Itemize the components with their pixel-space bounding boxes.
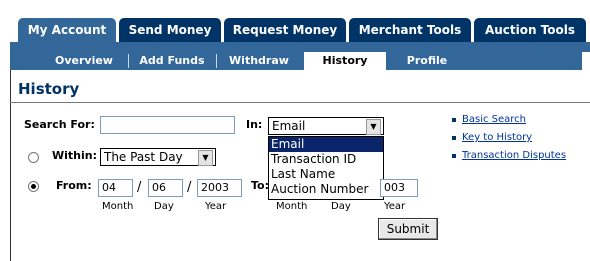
link-basic-search[interactable]: Basic Search [462, 114, 526, 125]
from-label: From: [56, 179, 92, 192]
search-field-select[interactable]: Email ▼ [268, 117, 384, 135]
from-year-input[interactable]: 2003 [197, 179, 242, 197]
link-key-to-history[interactable]: Key to History [462, 132, 532, 143]
within-label: Within: [52, 149, 97, 162]
subnav-separator [128, 54, 129, 68]
chevron-down-icon[interactable]: ▼ [198, 150, 213, 166]
within-select[interactable]: The Past Day ▼ [100, 148, 216, 166]
from-radio[interactable] [28, 181, 39, 192]
tab-strip [10, 42, 590, 52]
bullet-icon [452, 136, 456, 140]
from-month-input[interactable]: 04 [98, 179, 133, 197]
title-divider [10, 102, 590, 103]
subnav-separator [216, 54, 217, 68]
from-day-input[interactable]: 06 [148, 179, 183, 197]
subnav-add-funds[interactable]: Add Funds [132, 52, 212, 70]
from-day-caption: Day [154, 201, 174, 212]
subnav-profile[interactable]: Profile [394, 52, 460, 70]
search-input[interactable] [100, 116, 235, 134]
left-border [10, 70, 11, 261]
bullet-icon [452, 154, 456, 158]
to-year-caption: Year [384, 201, 406, 212]
dropdown-option-last-name[interactable]: Last Name [269, 167, 383, 182]
to-day-caption: Day [331, 201, 351, 212]
within-radio[interactable] [28, 152, 39, 163]
link-transaction-disputes[interactable]: Transaction Disputes [462, 150, 566, 161]
from-month-caption: Month [102, 201, 134, 212]
dropdown-option-email[interactable]: Email [269, 137, 383, 152]
tab-merchant-tools[interactable]: Merchant Tools [349, 18, 471, 42]
date-separator: / [187, 180, 192, 195]
subnav-history[interactable]: History [304, 52, 386, 70]
from-year-caption: Year [205, 201, 227, 212]
subnav-overview[interactable]: Overview [44, 52, 124, 70]
page-title: History [18, 80, 80, 98]
submit-button[interactable]: Submit [378, 218, 438, 240]
search-for-label: Search For: [24, 118, 95, 131]
to-month-caption: Month [276, 201, 308, 212]
chevron-down-icon[interactable]: ▼ [366, 119, 381, 135]
dropdown-option-auction-number[interactable]: Auction Number [269, 182, 383, 197]
to-label: To: [251, 179, 269, 192]
tab-request-money[interactable]: Request Money [224, 18, 346, 42]
to-year-input[interactable]: 003 [380, 179, 418, 197]
subnav-withdraw[interactable]: Withdraw [220, 52, 298, 70]
search-field-dropdown: Email Transaction ID Last Name Auction N… [268, 136, 384, 200]
in-label: In: [246, 118, 263, 131]
date-separator: / [137, 180, 142, 195]
bullet-icon [452, 118, 456, 122]
tab-my-account[interactable]: My Account [18, 18, 116, 42]
dropdown-option-transaction-id[interactable]: Transaction ID [269, 152, 383, 167]
search-field-value: Email [272, 119, 306, 133]
tab-auction-tools[interactable]: Auction Tools [474, 18, 586, 42]
tab-send-money[interactable]: Send Money [119, 18, 221, 42]
within-value: The Past Day [104, 150, 183, 164]
